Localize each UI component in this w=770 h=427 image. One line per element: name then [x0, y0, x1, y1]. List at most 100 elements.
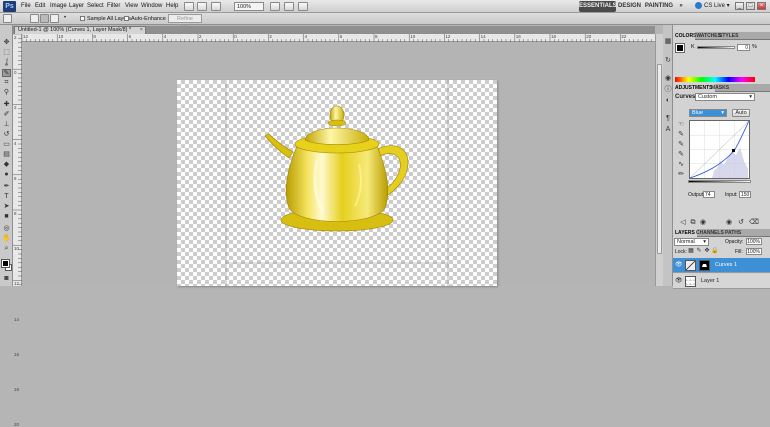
navigator-panel-icon[interactable]: ◐: [664, 97, 672, 105]
info-panel-icon[interactable]: ⓘ: [664, 86, 672, 94]
pen-tool-icon[interactable]: ✒: [2, 183, 11, 191]
maximize-button[interactable]: □: [746, 2, 755, 10]
curves-graph[interactable]: [689, 120, 750, 179]
extras-button[interactable]: [211, 2, 221, 11]
lock-transparency-icon[interactable]: ▦: [687, 247, 695, 255]
eyedropper-tool-icon[interactable]: ⚲: [2, 89, 11, 97]
document-tab[interactable]: Untitled-1 @ 100% (Curves 1, Layer Mask/…: [14, 26, 146, 34]
fill-field[interactable]: 100%: [746, 248, 762, 255]
type-tool-icon[interactable]: T: [2, 193, 11, 201]
workspace-essentials[interactable]: ESSENTIALS: [579, 1, 617, 12]
color-fg-swatch[interactable]: [675, 43, 685, 53]
brush-size-icon[interactable]: •: [64, 14, 73, 23]
3d-rotate-icon[interactable]: ◎: [2, 225, 11, 233]
tab-channels[interactable]: CHANNELS: [694, 229, 726, 237]
foreground-color-swatch[interactable]: [1, 259, 10, 268]
brush-tool-icon[interactable]: ✐: [2, 111, 11, 119]
clip-layer-icon[interactable]: ⧉: [689, 219, 697, 227]
menu-view[interactable]: View: [125, 2, 138, 11]
scrollbar-thumb[interactable]: [657, 64, 662, 254]
shape-tool-icon[interactable]: ■: [2, 213, 11, 221]
healing-brush-icon[interactable]: ✚: [2, 101, 11, 109]
channel-select[interactable]: Blue ▾: [689, 109, 727, 117]
auto-enhance-checkbox[interactable]: Auto-Enhance: [124, 15, 166, 23]
zoom-tool-icon[interactable]: ⌕: [2, 245, 11, 253]
lock-pixels-icon[interactable]: ✎: [695, 247, 703, 255]
k-slider[interactable]: [697, 46, 735, 49]
arrange-documents-button[interactable]: [298, 2, 308, 11]
curve-points-icon[interactable]: ∿: [677, 161, 685, 169]
minibridge-button[interactable]: [197, 2, 207, 11]
input-value-field[interactable]: 150: [739, 191, 751, 198]
more-workspaces-button[interactable]: »: [676, 1, 686, 12]
tab-masks[interactable]: MASKS: [709, 84, 731, 92]
marquee-tool-icon[interactable]: ⬚: [2, 49, 11, 57]
clone-stamp-icon[interactable]: ⊥: [2, 121, 11, 129]
menu-window[interactable]: Window: [141, 2, 162, 11]
opacity-field[interactable]: 100%: [746, 238, 762, 245]
lock-position-icon[interactable]: ✥: [703, 247, 711, 255]
move-tool-icon[interactable]: ✥: [2, 39, 11, 47]
trash-icon[interactable]: ⌫: [749, 219, 759, 227]
actions-panel-icon[interactable]: ↻: [664, 57, 672, 65]
menu-help[interactable]: Help: [166, 2, 178, 11]
menu-image[interactable]: Image: [50, 2, 67, 11]
black-point-eyedropper-icon[interactable]: ✎: [677, 131, 685, 139]
curve-control-point[interactable]: [732, 149, 735, 152]
auto-button[interactable]: Auto: [732, 109, 750, 117]
hand-tool-icon[interactable]: ✋: [2, 235, 11, 243]
history-brush-icon[interactable]: ↺: [2, 131, 11, 139]
workspace-design[interactable]: DESIGN: [618, 1, 641, 12]
blend-mode-select[interactable]: Normal ▾: [674, 238, 709, 246]
menu-layer[interactable]: Layer: [69, 2, 84, 11]
3d-panel-icon[interactable]: ◉: [664, 75, 672, 83]
close-tab-icon[interactable]: ×: [140, 27, 143, 34]
crop-tool-icon[interactable]: ⌗: [2, 79, 11, 87]
reset-icon[interactable]: ↺: [737, 219, 745, 227]
dodge-tool-icon[interactable]: ●: [2, 171, 11, 179]
quick-selection-tool-icon[interactable]: ✎: [2, 69, 11, 77]
character-panel-icon[interactable]: A: [664, 126, 672, 134]
menu-edit[interactable]: Edit: [35, 2, 45, 11]
eye-icon[interactable]: 👁: [675, 278, 683, 285]
view-previous-icon[interactable]: ◉: [725, 219, 733, 227]
visibility-icon[interactable]: ◉: [699, 219, 707, 227]
output-value-field[interactable]: 74: [703, 191, 715, 198]
vertical-scrollbar[interactable]: [655, 34, 663, 286]
pencil-draw-icon[interactable]: ✏: [677, 171, 685, 179]
path-selection-icon[interactable]: ➤: [2, 203, 11, 211]
cs-live-button[interactable]: CS Live ▾: [695, 2, 730, 11]
menu-select[interactable]: Select: [87, 2, 104, 11]
eraser-tool-icon[interactable]: ▭: [2, 141, 11, 149]
zoom-level-select[interactable]: 100%: [234, 2, 264, 11]
paragraph-panel-icon[interactable]: ¶: [664, 115, 672, 123]
image-canvas[interactable]: [177, 80, 497, 286]
new-selection-icon[interactable]: [30, 14, 39, 23]
k-value-field[interactable]: 0: [737, 44, 750, 51]
eye-icon[interactable]: 👁: [675, 262, 683, 269]
back-arrow-icon[interactable]: ◁: [679, 219, 687, 227]
color-spectrum-ramp[interactable]: [675, 77, 755, 82]
tab-styles[interactable]: STYLES: [717, 32, 740, 40]
lasso-tool-icon[interactable]: ʆ: [2, 59, 11, 67]
menu-filter[interactable]: Filter: [107, 2, 120, 11]
preset-select[interactable]: Custom ▾: [695, 93, 755, 101]
blur-tool-icon[interactable]: ◆: [2, 161, 11, 169]
document-workspace[interactable]: [22, 43, 655, 286]
minimize-button[interactable]: _: [735, 2, 744, 10]
close-button[interactable]: ×: [757, 2, 766, 10]
refine-edge-button[interactable]: Refine Edge...: [168, 14, 202, 30]
layer-row-layer1[interactable]: 👁 Layer 1: [673, 274, 770, 289]
add-to-selection-icon[interactable]: [40, 14, 49, 23]
subtract-selection-icon[interactable]: [50, 14, 59, 23]
white-point-eyedropper-icon[interactable]: ✎: [677, 151, 685, 159]
lock-all-icon[interactable]: 🔒: [711, 247, 719, 255]
on-image-adjust-icon[interactable]: ☜: [677, 121, 685, 129]
gray-point-eyedropper-icon[interactable]: ✎: [677, 141, 685, 149]
quick-mask-icon[interactable]: ◙: [2, 275, 11, 283]
gradient-tool-icon[interactable]: ▤: [2, 151, 11, 159]
rotate-view-button[interactable]: [284, 2, 294, 11]
hand-tool-button[interactable]: [270, 2, 280, 11]
bridge-button[interactable]: [184, 2, 194, 11]
tab-paths[interactable]: PATHS: [723, 229, 743, 237]
